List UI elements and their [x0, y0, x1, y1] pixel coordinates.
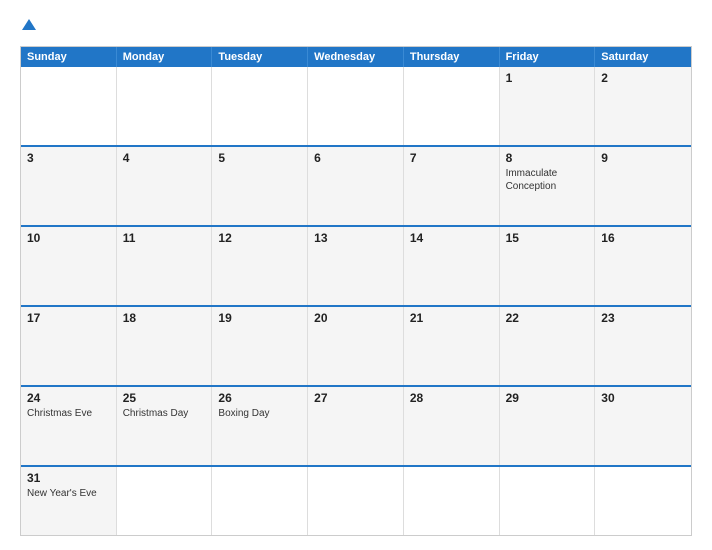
cal-cell — [500, 467, 596, 535]
cal-week-3: 17 18 19 20 21 22 23 — [21, 305, 691, 385]
cal-cell: 20 — [308, 307, 404, 385]
day-event: Christmas Day — [123, 407, 206, 420]
cal-week-0: 12 — [21, 67, 691, 145]
day-number: 28 — [410, 391, 493, 405]
day-number: 31 — [27, 471, 110, 485]
day-number: 9 — [601, 151, 685, 165]
logo-top — [20, 18, 36, 36]
day-number: 21 — [410, 311, 493, 325]
day-number: 12 — [218, 231, 301, 245]
day-number: 6 — [314, 151, 397, 165]
cal-cell: 26 Boxing Day — [212, 387, 308, 465]
day-number: 4 — [123, 151, 206, 165]
cal-cell — [595, 467, 691, 535]
cal-cell: 19 — [212, 307, 308, 385]
cal-cell: 17 — [21, 307, 117, 385]
cal-cell: 15 — [500, 227, 596, 305]
cal-cell: 23 — [595, 307, 691, 385]
cal-cell — [212, 67, 308, 145]
day-number: 16 — [601, 231, 685, 245]
cal-cell: 4 — [117, 147, 213, 225]
cal-cell: 31 New Year's Eve — [21, 467, 117, 535]
calendar: SundayMondayTuesdayWednesdayThursdayFrid… — [20, 46, 692, 536]
cal-header-cell-friday: Friday — [500, 47, 596, 67]
cal-cell: 3 — [21, 147, 117, 225]
cal-cell: 9 — [595, 147, 691, 225]
day-number: 5 — [218, 151, 301, 165]
cal-cell: 13 — [308, 227, 404, 305]
day-number: 1 — [506, 71, 589, 85]
cal-header-cell-saturday: Saturday — [595, 47, 691, 67]
calendar-body: 12345678Immaculate Conception91011121314… — [21, 67, 691, 535]
cal-cell: 14 — [404, 227, 500, 305]
day-number: 19 — [218, 311, 301, 325]
day-number: 29 — [506, 391, 589, 405]
day-number: 22 — [506, 311, 589, 325]
calendar-header-row: SundayMondayTuesdayWednesdayThursdayFrid… — [21, 47, 691, 67]
day-event: New Year's Eve — [27, 487, 110, 500]
logo-triangle-icon — [22, 19, 36, 30]
cal-header-cell-wednesday: Wednesday — [308, 47, 404, 67]
cal-cell: 10 — [21, 227, 117, 305]
cal-cell: 25 Christmas Day — [117, 387, 213, 465]
page: SundayMondayTuesdayWednesdayThursdayFrid… — [0, 0, 712, 550]
cal-cell — [117, 67, 213, 145]
day-number: 25 — [123, 391, 206, 405]
day-event: Boxing Day — [218, 407, 301, 420]
cal-header-cell-sunday: Sunday — [21, 47, 117, 67]
cal-cell: 24 Christmas Eve — [21, 387, 117, 465]
cal-cell: 18 — [117, 307, 213, 385]
cal-cell — [21, 67, 117, 145]
cal-cell: 2 — [595, 67, 691, 145]
cal-week-5: 31 New Year's Eve — [21, 465, 691, 535]
cal-week-1: 345678 Immaculate Conception 9 — [21, 145, 691, 225]
day-event: Immaculate Conception — [506, 167, 589, 193]
day-number: 14 — [410, 231, 493, 245]
day-number: 20 — [314, 311, 397, 325]
cal-cell: 22 — [500, 307, 596, 385]
day-number: 24 — [27, 391, 110, 405]
day-number: 15 — [506, 231, 589, 245]
day-number: 26 — [218, 391, 301, 405]
day-number: 2 — [601, 71, 685, 85]
day-event: Christmas Eve — [27, 407, 110, 420]
day-number: 13 — [314, 231, 397, 245]
cal-cell: 7 — [404, 147, 500, 225]
cal-cell: 21 — [404, 307, 500, 385]
cal-week-4: 24 Christmas Eve 25 Christmas Day 26 Boxing D… — [21, 385, 691, 465]
cal-cell — [404, 67, 500, 145]
cal-cell — [212, 467, 308, 535]
cal-cell: 29 — [500, 387, 596, 465]
day-number: 18 — [123, 311, 206, 325]
cal-cell: 6 — [308, 147, 404, 225]
cal-cell — [308, 67, 404, 145]
day-number: 3 — [27, 151, 110, 165]
day-number: 8 — [506, 151, 589, 165]
day-number: 23 — [601, 311, 685, 325]
cal-header-cell-tuesday: Tuesday — [212, 47, 308, 67]
cal-cell: 27 — [308, 387, 404, 465]
cal-cell: 30 — [595, 387, 691, 465]
cal-week-2: 10 11 12 13 14 15 16 — [21, 225, 691, 305]
cal-cell — [308, 467, 404, 535]
cal-cell: 12 — [212, 227, 308, 305]
cal-cell: 8 Immaculate Conception — [500, 147, 596, 225]
cal-cell: 5 — [212, 147, 308, 225]
day-number: 11 — [123, 231, 206, 245]
day-number: 30 — [601, 391, 685, 405]
header — [20, 18, 692, 36]
cal-header-cell-monday: Monday — [117, 47, 213, 67]
cal-header-cell-thursday: Thursday — [404, 47, 500, 67]
logo — [20, 18, 36, 36]
day-number: 10 — [27, 231, 110, 245]
day-number: 27 — [314, 391, 397, 405]
cal-cell: 28 — [404, 387, 500, 465]
day-number: 17 — [27, 311, 110, 325]
cal-cell: 11 — [117, 227, 213, 305]
cal-cell: 1 — [500, 67, 596, 145]
cal-cell — [117, 467, 213, 535]
cal-cell: 16 — [595, 227, 691, 305]
day-number: 7 — [410, 151, 493, 165]
cal-cell — [404, 467, 500, 535]
